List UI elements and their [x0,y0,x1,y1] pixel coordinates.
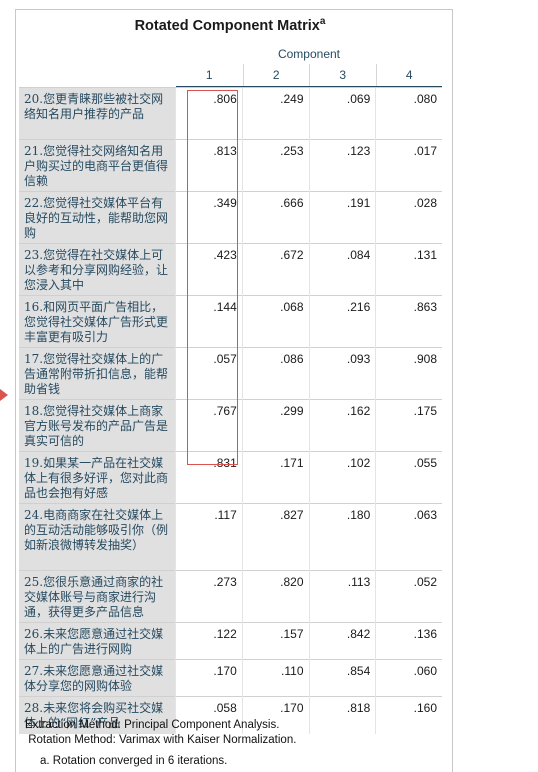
loading-cell: .767 [175,399,243,452]
row-label: 21.您觉得社交网络知名用户购买过的电商平台更值得信赖 [19,139,176,192]
loading-cell: .813 [175,139,243,192]
loading-cell: .086 [241,347,310,400]
table-row: 20.您更青睐那些被社交网络知名用户推荐的产品 .806.249.069.080 [19,87,442,140]
loading-cell: .831 [175,451,243,504]
loading-cell: .818 [308,696,376,734]
row-label: 25.您很乐意通过商家的社交媒体账号与商家进行沟通，获得更多产品信息 [19,570,176,623]
loading-cell: .191 [308,191,376,244]
loading-cell: .175 [375,399,442,452]
loading-cell: .110 [241,659,310,697]
loading-cell: .908 [375,347,442,400]
component-header: Component [277,47,341,61]
loading-cell: .216 [308,295,376,348]
loading-cell: .171 [241,451,310,504]
component-number-row: 1 2 3 4 [176,64,442,86]
arrow-marker-icon [0,389,8,401]
loading-cell: .423 [175,243,243,296]
loading-cell: .131 [375,243,442,296]
row-label: 18.您觉得社交媒体上商家官方账号发布的产品广告是真实可信的 [19,399,176,452]
loading-cell: .122 [175,622,243,660]
loading-cell: .863 [375,295,442,348]
loading-cell: .162 [308,399,376,452]
table-row: 27.未来您愿意通过社交媒体分享您的网购体验 .170.110.854.060 [19,659,442,697]
row-label: 16.和网页平面广告相比，您觉得社交媒体广告形式更丰富更有吸引力 [19,295,176,348]
table-row: 18.您觉得社交媒体上商家官方账号发布的产品广告是真实可信的 .767.299.1… [19,399,442,452]
loading-cell: .060 [375,659,442,697]
table-row: 16.和网页平面广告相比，您觉得社交媒体广告形式更丰富更有吸引力 .144.068… [19,295,442,348]
loading-cell: .249 [241,87,310,140]
footnote-a: a. Rotation converged in 6 iterations. [40,755,228,767]
loading-cell: .057 [175,347,243,400]
loading-cell: .084 [308,243,376,296]
table-title: Rotated Component Matrixa [134,16,326,34]
loading-cell: .672 [241,243,310,296]
loading-cell: .299 [241,399,310,452]
table-row: 26.未来您愿意通过社交媒体上的广告进行网购 .122.157.842.136 [19,622,442,660]
table-row: 21.您觉得社交网络知名用户购买过的电商平台更值得信赖 .813.253.123.… [19,139,442,192]
loading-cell: .017 [375,139,442,192]
loading-cell: .123 [308,139,376,192]
loading-cell: .180 [308,503,376,571]
loading-cell: .806 [175,87,243,140]
row-label: 19.如果某一产品在社交媒体上有很多好评，您对此商品也会抱有好感 [19,451,176,504]
table-row: 22.您觉得社交媒体平台有良好的互动性，能帮助您网购 .349.666.191.0… [19,191,442,244]
component-number: 2 [242,64,310,86]
rotated-component-matrix: 20.您更青睐那些被社交网络知名用户推荐的产品 .806.249.069.080 … [19,87,442,734]
table-row: 25.您很乐意通过商家的社交媒体账号与商家进行沟通，获得更多产品信息 .273.8… [19,570,442,623]
loading-cell: .170 [175,659,243,697]
rotation-method-note: Rotation Method: Varimax with Kaiser Nor… [25,734,297,746]
loading-cell: .827 [241,503,310,571]
loading-cell: .820 [241,570,310,623]
loading-cell: .117 [175,503,243,571]
table-row: 24.电商商家在社交媒体上的互动活动能够吸引你（例如新浪微博转发抽奖） .117.… [19,503,442,571]
row-label: 20.您更青睐那些被社交网络知名用户推荐的产品 [19,87,176,140]
loading-cell: .854 [308,659,376,697]
loading-cell: .113 [308,570,376,623]
component-number: 3 [309,64,376,86]
table-row: 17.您觉得社交媒体上的广告通常附带折扣信息，能帮助省钱 .057.086.093… [19,347,442,400]
loading-cell: .349 [175,191,243,244]
loading-cell: .080 [375,87,442,140]
row-label: 24.电商商家在社交媒体上的互动活动能够吸引你（例如新浪微博转发抽奖） [19,503,176,571]
loading-cell: .842 [308,622,376,660]
loading-cell: .068 [241,295,310,348]
table-row: 23.您觉得在社交媒体上可以参考和分享网购经验，让您浸入其中 .423.672.0… [19,243,442,296]
row-label: 22.您觉得社交媒体平台有良好的互动性，能帮助您网购 [19,191,176,244]
row-label: 17.您觉得社交媒体上的广告通常附带折扣信息，能帮助省钱 [19,347,176,400]
extraction-method-note: Extraction Method: Principal Component A… [25,719,280,731]
component-number: 1 [205,68,213,82]
loading-cell: .102 [308,451,376,504]
loading-cell: .160 [375,696,442,734]
loading-cell: .093 [308,347,376,400]
loading-cell: .273 [175,570,243,623]
loading-cell: .136 [375,622,442,660]
loading-cell: .144 [175,295,243,348]
loading-cell: .157 [241,622,310,660]
loading-cell: .052 [375,570,442,623]
loading-cell: .069 [308,87,376,140]
row-label: 23.您觉得在社交媒体上可以参考和分享网购经验，让您浸入其中 [19,243,176,296]
loading-cell: .063 [375,503,442,571]
loading-cell: .253 [241,139,310,192]
loading-cell: .028 [375,191,442,244]
table-row: 19.如果某一产品在社交媒体上有很多好评，您对此商品也会抱有好感 .831.171… [19,451,442,504]
loading-cell: .055 [375,451,442,504]
row-label: 27.未来您愿意通过社交媒体分享您的网购体验 [19,659,176,697]
row-label: 26.未来您愿意通过社交媒体上的广告进行网购 [19,622,176,660]
component-number: 4 [375,64,443,86]
loading-cell: .666 [241,191,310,244]
